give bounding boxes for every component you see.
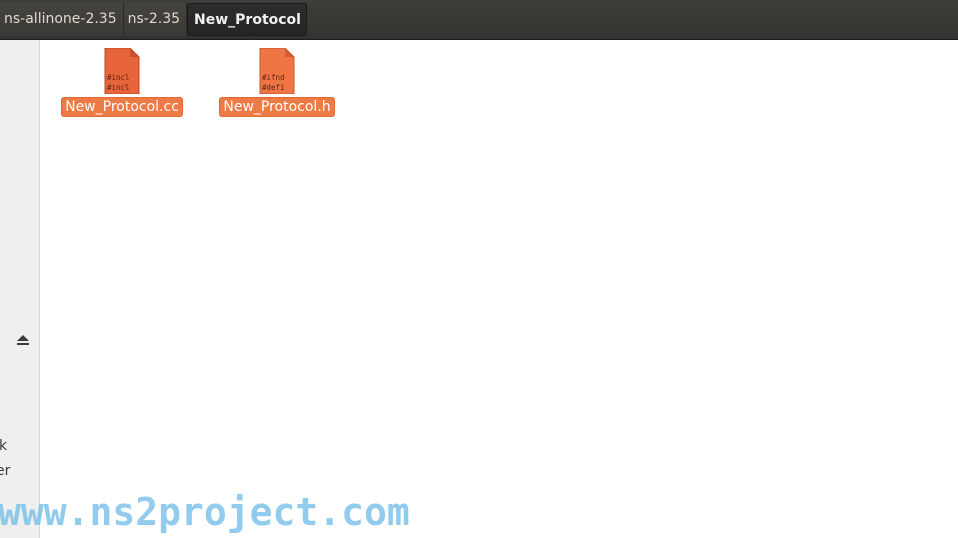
sidebar-item-label[interactable]: k bbox=[0, 438, 7, 454]
sidebar-item-label[interactable]: er bbox=[0, 463, 10, 479]
file-item-new-protocol-cc[interactable]: #incl #incl New_Protocol.cc bbox=[57, 48, 187, 117]
breadcrumb-new-protocol[interactable]: New_Protocol bbox=[187, 3, 307, 36]
breadcrumb-ns-2-35[interactable]: ns-2.35 bbox=[123, 3, 188, 36]
location-bar: ns-allinone-2.35 ns-2.35 New_Protocol bbox=[0, 0, 958, 40]
breadcrumb-ns-allinone[interactable]: ns-allinone-2.35 bbox=[0, 3, 124, 36]
file-preview-line: #ifnd bbox=[262, 73, 285, 82]
breadcrumb: ns-allinone-2.35 ns-2.35 New_Protocol bbox=[0, 3, 307, 36]
file-preview-line: #incl bbox=[107, 73, 130, 82]
file-name-label: New_Protocol.cc bbox=[61, 97, 183, 117]
file-preview-line: #defi bbox=[262, 83, 285, 92]
eject-icon[interactable] bbox=[16, 334, 30, 346]
watermark-text: www.ns2project.com bbox=[0, 490, 410, 534]
text-header-file-icon: #ifnd #defi bbox=[259, 48, 295, 94]
text-cpp-file-icon: #incl #incl bbox=[104, 48, 140, 94]
places-sidebar: k er bbox=[0, 40, 40, 538]
file-item-new-protocol-h[interactable]: #ifnd #defi New_Protocol.h bbox=[212, 48, 342, 117]
file-preview-line: #incl bbox=[107, 83, 130, 92]
file-name-label: New_Protocol.h bbox=[219, 97, 335, 117]
